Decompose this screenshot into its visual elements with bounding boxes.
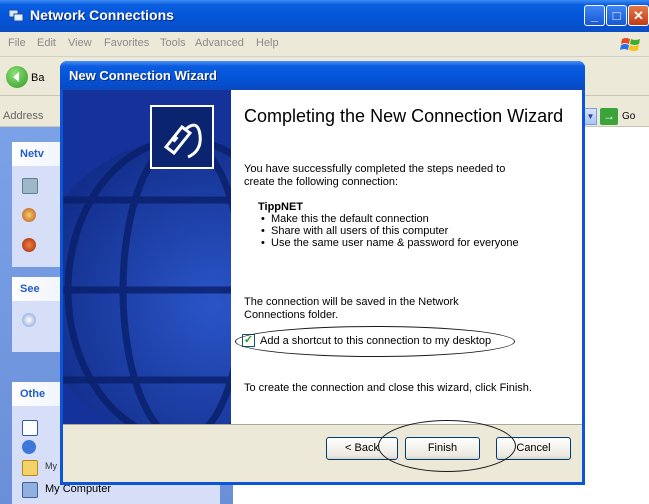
windows-logo-icon <box>620 38 640 51</box>
close-button[interactable]: ✕ <box>628 5 649 26</box>
setup-network-icon[interactable] <box>22 208 36 222</box>
shortcut-highlight-ellipse <box>235 326 515 357</box>
network-connections-icon <box>8 9 24 22</box>
create-connection-icon[interactable] <box>22 178 38 194</box>
menu-file[interactable]: File <box>8 37 26 49</box>
menu-tools[interactable]: Tools <box>160 37 186 49</box>
save-location-text: The connection will be saved in the Netw… <box>244 296 459 321</box>
menu-edit[interactable]: Edit <box>37 37 56 49</box>
menu-favorites[interactable]: Favorites <box>104 37 149 49</box>
connection-name: TippNET <box>258 201 304 213</box>
finish-highlight-ellipse <box>378 420 516 472</box>
maximize-button[interactable]: □ <box>606 5 627 26</box>
window-title: Network Connections <box>30 7 174 23</box>
wizard-heading: Completing the New Connection Wizard <box>244 106 564 126</box>
menu-view[interactable]: View <box>68 37 92 49</box>
wizard-intro-text: You have successfully completed the step… <box>244 163 506 188</box>
my-computer-icon[interactable] <box>22 482 38 498</box>
firewall-icon[interactable] <box>22 238 36 252</box>
my-documents-icon[interactable] <box>22 460 38 476</box>
option-same-credentials: Use the same user name & password for ev… <box>258 237 548 249</box>
address-dropdown-arrow-icon[interactable]: ▼ <box>584 108 597 125</box>
option-default-connection: Make this the default connection <box>258 213 548 225</box>
info-icon[interactable] <box>22 313 36 327</box>
wizard-title: New Connection Wizard <box>69 68 217 83</box>
network-places-icon[interactable] <box>22 440 36 454</box>
address-label: Address <box>3 110 44 122</box>
menu-bar: File Edit View Favorites Tools Advanced … <box>0 32 649 57</box>
go-button-label[interactable]: Go <box>622 111 635 122</box>
go-arrow-icon[interactable]: → <box>600 108 618 125</box>
finish-instruction-text: To create the connection and close this … <box>244 382 532 394</box>
option-share-all-users: Share with all users of this computer <box>258 225 548 237</box>
back-arrow-icon[interactable] <box>6 66 28 88</box>
menu-advanced[interactable]: Advanced <box>195 37 244 49</box>
menu-help[interactable]: Help <box>256 37 279 49</box>
minimize-button[interactable]: _ <box>584 5 605 26</box>
connection-options-list: Make this the default connection Share w… <box>258 213 548 249</box>
network-cable-icon <box>150 105 214 169</box>
back-button-label[interactable]: Ba <box>31 72 44 84</box>
control-panel-icon[interactable] <box>22 420 38 436</box>
